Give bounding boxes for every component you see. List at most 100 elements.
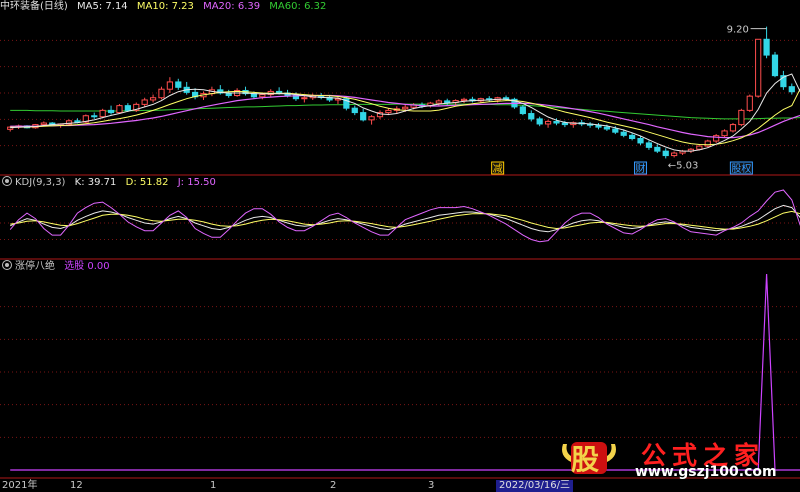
ma20-name: MA20 [203, 1, 232, 12]
candle-body [149, 97, 157, 101]
candle-body [704, 140, 711, 147]
d-name: D [125, 177, 134, 188]
candle-body [74, 120, 81, 123]
candle-body [368, 116, 375, 121]
indicator-toggle-icon[interactable] [2, 260, 12, 270]
candle-body [696, 145, 703, 150]
candle-body [746, 95, 753, 111]
candle-body [662, 150, 669, 157]
kdj-j-line [9, 189, 800, 243]
candle-body [385, 109, 392, 114]
ma5-name: MA5 [77, 1, 99, 12]
price-panel-header: 中环装备(日线) MA5: 7.14 MA10: 7.23 MA20: 6.39… [0, 0, 332, 14]
axis-label-feb: 2 [330, 480, 337, 491]
axis-label-year: 2021年 [2, 480, 38, 491]
candle-body [654, 146, 661, 152]
watermark-logo-char: 股 [571, 443, 600, 476]
kdj-panel-header: KDJ(9,3,3) K: 39.71 D: 51.82 J: 15.50 [0, 176, 222, 190]
stock-title: 中环装备(日线) [0, 1, 68, 12]
candle-body [435, 100, 442, 104]
ma10-readout: MA10: 7.23 [136, 1, 194, 12]
candle-body [755, 38, 762, 97]
candle-body [645, 142, 653, 148]
kdj-title: KDJ(9,3,3) [15, 177, 66, 188]
candle-body [276, 90, 283, 94]
candle-body [99, 109, 106, 118]
ma5-readout: MA5: 7.14 [77, 1, 128, 12]
ma60-readout: MA60: 6.32 [269, 1, 327, 12]
axis-label-jan: 1 [210, 480, 217, 491]
ma60-value: 6.32 [304, 1, 327, 12]
candle-body [671, 152, 678, 157]
candle-body [729, 124, 737, 132]
watermark-logo: 股 [557, 434, 621, 478]
indicator-toggle-icon[interactable] [2, 176, 12, 186]
candle-body [553, 120, 560, 124]
axis-label-dec: 12 [70, 480, 83, 491]
ma20-readout: MA20: 6.39 [203, 1, 261, 12]
candle-body [788, 86, 795, 93]
xuangu-name: 选股 [64, 261, 85, 272]
candle-body [107, 109, 115, 114]
candle-body [561, 122, 568, 126]
candle-body [771, 54, 779, 77]
axis-label-mar: 3 [428, 480, 435, 491]
price-panel: 9.20 ←5.03 减 财 股权 [7, 25, 800, 175]
kdj-panel [9, 189, 800, 243]
candle-body [629, 134, 636, 140]
ma10-value: 7.23 [171, 1, 194, 12]
candle-body [91, 115, 98, 118]
d-value: 51.82 [139, 177, 169, 188]
event-tag-label: 股权 [731, 162, 751, 175]
candle-body [620, 131, 627, 136]
low-price-label: ←5.03 [668, 160, 699, 171]
d-readout: D: 51.82 [125, 177, 169, 188]
candle-body [460, 98, 468, 102]
candle-body [721, 130, 728, 137]
candle-body [763, 38, 770, 56]
k-readout: K: 39.71 [74, 177, 117, 188]
signal-panel-header: 涨停八绝 选股 0.00 [0, 260, 116, 274]
watermark-url: www.gszj100.com [635, 464, 777, 480]
time-axis: 2021年 12 1 2 3 2022/03/16/三 [0, 480, 800, 492]
candle-body [124, 105, 131, 111]
event-tag-label: 减 [493, 163, 503, 175]
cursor-date-label: 2022/03/16/三 [496, 480, 574, 492]
candle-body [175, 81, 182, 88]
candle-body [301, 97, 308, 100]
candle-body [158, 88, 165, 99]
candle-body [528, 113, 535, 120]
ma5-line [10, 73, 800, 152]
candle-body [444, 100, 451, 103]
candle-body [536, 118, 543, 125]
event-tag-label: 财 [636, 162, 646, 175]
kdj-k-line [9, 204, 800, 233]
candle-body [738, 109, 745, 126]
ma60-name: MA60 [269, 1, 298, 12]
j-name: J [177, 177, 181, 188]
j-readout: J: 15.50 [177, 177, 216, 188]
candle-body [351, 107, 358, 114]
candle-body [603, 126, 611, 130]
ma20-value: 6.39 [237, 1, 261, 12]
candle-body [637, 138, 644, 144]
candle-body [402, 106, 409, 110]
k-name: K [74, 177, 82, 188]
signal-title: 涨停八绝 [15, 261, 55, 272]
candle-body [116, 105, 123, 114]
k-value: 39.71 [87, 177, 117, 188]
candle-body [259, 94, 266, 98]
ma5-value: 7.14 [105, 1, 128, 12]
candle-body [544, 120, 552, 125]
candle-body [141, 99, 148, 105]
ma10-name: MA10 [136, 1, 166, 12]
candle-body [612, 128, 619, 133]
xuangu-value: 0.00 [87, 261, 110, 272]
candle-body [360, 112, 367, 121]
high-price-label: 9.20 [727, 25, 749, 36]
candle-body [519, 106, 526, 115]
j-value: 15.50 [187, 177, 216, 188]
candle-body [166, 81, 173, 90]
chart-stage: 9.20 ←5.03 减 财 股权 [0, 25, 800, 479]
candle-body [40, 122, 47, 126]
